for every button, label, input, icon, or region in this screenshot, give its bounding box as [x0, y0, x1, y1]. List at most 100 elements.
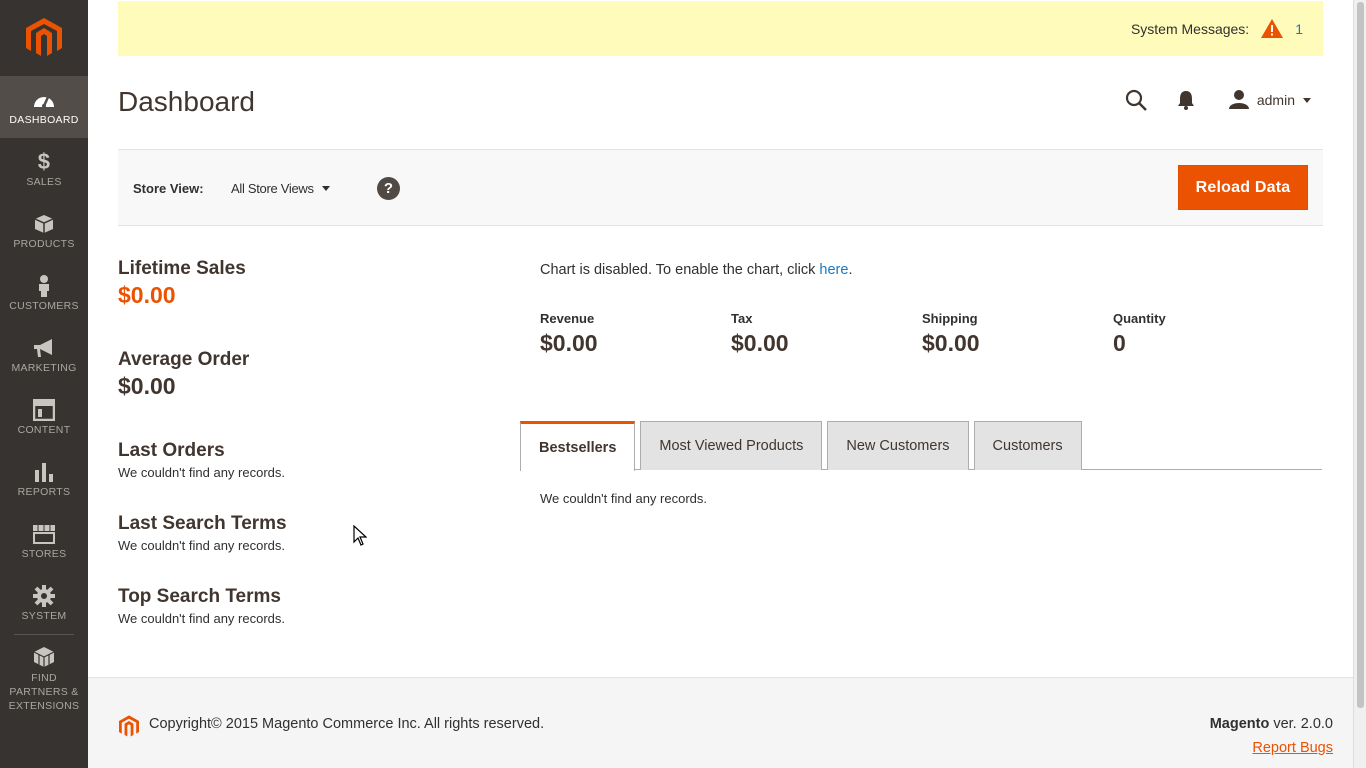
system-messages-label: System Messages: — [1130, 20, 1250, 37]
sidebar-item-stores[interactable]: STORES — [0, 510, 88, 572]
notifications-bell-icon[interactable] — [1177, 90, 1195, 110]
tab-new-customers[interactable]: New Customers — [827, 421, 969, 470]
sidebar-item-customers[interactable]: CUSTOMERS — [0, 262, 88, 324]
sidebar-item-find-partners[interactable]: FIND PARTNERS & EXTENSIONS — [0, 634, 88, 724]
search-icon[interactable] — [1125, 89, 1147, 111]
sidebar-item-label: REPORTS — [17, 485, 71, 498]
top-search-terms-empty: We couldn't find any records. — [118, 611, 285, 626]
report-bugs-link[interactable]: Report Bugs — [1252, 740, 1333, 756]
magento-footer-logo-icon — [119, 715, 139, 743]
gear-icon — [33, 584, 55, 607]
average-order-value: $0.00 — [118, 373, 176, 399]
total-value: 0 — [1113, 330, 1126, 356]
tab-bestsellers[interactable]: Bestsellers — [520, 421, 636, 471]
store-view-switcher[interactable]: All Store Views — [231, 181, 330, 196]
top-search-terms-section: Top Search Terms We couldn't find any re… — [118, 586, 498, 626]
admin-sidebar: DASHBOARD $ SALES PRODUCTS CUSTOMERS MAR… — [0, 0, 88, 768]
copyright-text: Copyright© 2015 Magento Commerce Inc. Al… — [149, 716, 545, 732]
sidebar-item-content[interactable]: CONTENT — [0, 386, 88, 448]
chevron-down-icon — [321, 186, 330, 191]
sidebar-item-products[interactable]: PRODUCTS — [0, 200, 88, 262]
sidebar-divider — [14, 634, 74, 635]
sidebar-item-label: CONTENT — [17, 423, 71, 436]
version-text: ver. 2.0.0 — [1269, 716, 1333, 732]
sidebar-item-marketing[interactable]: MARKETING — [0, 324, 88, 386]
brand-name: Magento — [1209, 716, 1270, 732]
lifetime-sales-value: $0.00 — [118, 282, 176, 308]
store-view-label: Store View: — [133, 181, 204, 196]
last-search-terms-empty: We couldn't find any records. — [118, 538, 285, 553]
chart-message-text: Chart is disabled. To enable the chart, … — [540, 262, 820, 278]
sidebar-item-label: FIND PARTNERS & EXTENSIONS — [8, 671, 80, 712]
sidebar-item-label: MARKETING — [11, 361, 77, 374]
sidebar-item-label: CUSTOMERS — [9, 299, 79, 312]
magento-logo-icon — [26, 18, 62, 56]
chart-message-period: . — [848, 262, 853, 278]
lifetime-sales-title: Lifetime Sales — [118, 258, 246, 279]
total-tax: Tax $0.00 — [731, 311, 922, 357]
total-shipping: Shipping $0.00 — [922, 311, 1113, 357]
user-icon — [1228, 89, 1249, 112]
vertical-scrollbar[interactable] — [1353, 0, 1366, 768]
sidebar-item-label: SALES — [26, 175, 62, 188]
sidebar-item-label: STORES — [21, 547, 67, 560]
magento-logo[interactable] — [0, 0, 88, 76]
header-actions: admin — [1095, 86, 1311, 114]
dashboard-tabs: Bestsellers Most Viewed Products New Cus… — [520, 421, 1322, 471]
total-label: Shipping — [922, 311, 978, 326]
last-search-terms-section: Last Search Terms We couldn't find any r… — [118, 513, 498, 553]
admin-username: admin — [1256, 92, 1295, 108]
bar-chart-icon — [34, 461, 54, 483]
boxes-icon — [32, 646, 56, 668]
top-search-terms-title: Top Search Terms — [118, 586, 281, 607]
system-messages-count[interactable]: 1 — [1295, 21, 1303, 37]
total-revenue: Revenue $0.00 — [540, 311, 731, 357]
cube-icon — [34, 213, 54, 235]
store-view-bar: Store View: All Store Views ? Reload Dat… — [118, 149, 1323, 226]
version-info: Magento ver. 2.0.0 — [1210, 716, 1333, 732]
warning-icon[interactable] — [1261, 19, 1284, 38]
total-label: Quantity — [1113, 311, 1166, 326]
last-orders-empty: We couldn't find any records. — [118, 465, 285, 480]
page-title: Dashboard — [118, 86, 255, 117]
sidebar-item-reports[interactable]: REPORTS — [0, 448, 88, 510]
sidebar-item-label: DASHBOARD — [9, 113, 79, 126]
help-icon[interactable]: ? — [377, 177, 400, 200]
sidebar-item-label: SYSTEM — [21, 609, 67, 622]
average-order-title: Average Order — [118, 349, 250, 370]
reload-data-button[interactable]: Reload Data — [1178, 165, 1308, 210]
chevron-down-icon — [1303, 97, 1311, 103]
sidebar-item-system[interactable]: SYSTEM — [0, 572, 88, 634]
scrollbar-thumb[interactable] — [1357, 2, 1364, 708]
person-icon — [37, 274, 51, 297]
total-value: $0.00 — [731, 330, 789, 356]
sidebar-item-dashboard[interactable]: DASHBOARD — [0, 76, 88, 138]
dashboard-stats: Lifetime Sales $0.00 Average Order $0.00… — [118, 258, 498, 626]
last-search-terms-title: Last Search Terms — [118, 513, 287, 534]
megaphone-icon — [32, 337, 56, 359]
average-order-section: Average Order $0.00 — [118, 349, 498, 400]
tab-most-viewed-products[interactable]: Most Viewed Products — [640, 421, 823, 470]
layout-icon — [33, 398, 55, 421]
tab-content-empty: We couldn't find any records. — [540, 491, 707, 506]
total-quantity: Quantity 0 — [1113, 311, 1304, 357]
sidebar-item-sales[interactable]: $ SALES — [0, 138, 88, 200]
total-value: $0.00 — [540, 330, 598, 356]
total-label: Tax — [731, 311, 753, 326]
last-orders-section: Last Orders We couldn't find any records… — [118, 440, 498, 480]
last-orders-title: Last Orders — [118, 440, 225, 461]
total-value: $0.00 — [922, 330, 980, 356]
sidebar-item-label: PRODUCTS — [13, 237, 75, 250]
main-content: System Messages: 1 Dashboard admin Store… — [88, 0, 1353, 768]
admin-user-menu[interactable]: admin — [1228, 89, 1311, 112]
page-footer: Copyright© 2015 Magento Commerce Inc. Al… — [88, 677, 1353, 768]
dashboard-icon — [32, 89, 56, 111]
mouse-cursor-icon — [353, 524, 368, 551]
tab-customers[interactable]: Customers — [973, 421, 1082, 470]
total-label: Revenue — [540, 311, 595, 326]
chart-disabled-message: Chart is disabled. To enable the chart, … — [540, 262, 852, 278]
store-icon — [32, 523, 56, 545]
enable-chart-link[interactable]: here — [819, 262, 848, 278]
dashboard-totals: Revenue $0.00 Tax $0.00 Shipping $0.00 Q… — [540, 311, 1304, 357]
dollar-icon: $ — [37, 148, 51, 174]
